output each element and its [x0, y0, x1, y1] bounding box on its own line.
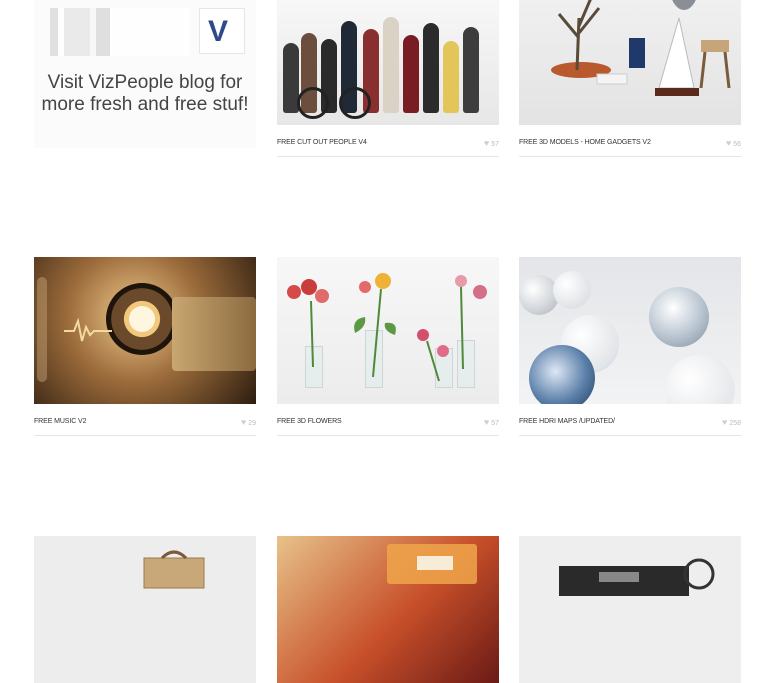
item-thumbnail[interactable]	[277, 536, 499, 683]
like-count[interactable]: ♥ 29	[241, 417, 256, 427]
item-meta: FREE HDRI MAPS /UPDATED/ ♥ 258	[519, 413, 741, 436]
like-count[interactable]: ♥ 258	[722, 417, 741, 427]
item-title[interactable]: FREE CUT OUT PEOPLE V4	[277, 139, 367, 146]
gadgets-illustration	[551, 0, 731, 96]
item-meta: FREE MUSIC V2 ♥ 29	[34, 413, 256, 436]
item-meta: FREE CUT OUT PEOPLE V4 ♥ 57	[277, 134, 499, 157]
heart-icon: ♥	[240, 417, 247, 427]
item-thumbnail[interactable]	[34, 257, 256, 404]
item-thumbnail[interactable]	[519, 0, 741, 125]
item-meta: FREE 3D MODELS - HOME GADGETS V2 ♥ 56	[519, 134, 741, 157]
blog-promo-line1: Visit VizPeople blog for	[47, 72, 243, 93]
item-thumbnail[interactable]	[34, 536, 256, 683]
like-count[interactable]: ♥ 57	[484, 138, 499, 148]
item-title[interactable]: FREE 3D MODELS - HOME GADGETS V2	[519, 139, 651, 146]
item-thumbnail[interactable]	[519, 257, 741, 404]
heart-icon: ♥	[483, 417, 490, 427]
item-meta: FREE 3D FLOWERS ♥ 57	[277, 413, 499, 436]
item-thumbnail[interactable]	[277, 0, 499, 125]
like-count[interactable]: ♥ 56	[726, 138, 741, 148]
item-thumbnail[interactable]	[277, 257, 499, 404]
heart-icon: ♥	[725, 138, 732, 148]
heart-icon: ♥	[483, 138, 490, 148]
blog-promo-text: Visit VizPeople blog for more fresh and …	[34, 72, 256, 116]
banner-image-stack	[50, 8, 190, 56]
item-thumbnail[interactable]	[519, 536, 741, 683]
item-title[interactable]: FREE MUSIC V2	[34, 418, 86, 425]
item-title[interactable]: FREE HDRI MAPS /UPDATED/	[519, 418, 615, 425]
gallery-grid: V Visit VizPeople blog for more fresh an…	[0, 0, 777, 683]
heart-icon: ♥	[721, 417, 728, 427]
blog-promo-line2: more fresh and free stuf!	[41, 94, 249, 115]
like-count[interactable]: ♥ 57	[484, 417, 499, 427]
item-title[interactable]: FREE 3D FLOWERS	[277, 418, 342, 425]
blog-promo-banner[interactable]: V Visit VizPeople blog for more fresh an…	[34, 0, 256, 148]
vizpeople-logo-icon: V	[199, 8, 245, 54]
